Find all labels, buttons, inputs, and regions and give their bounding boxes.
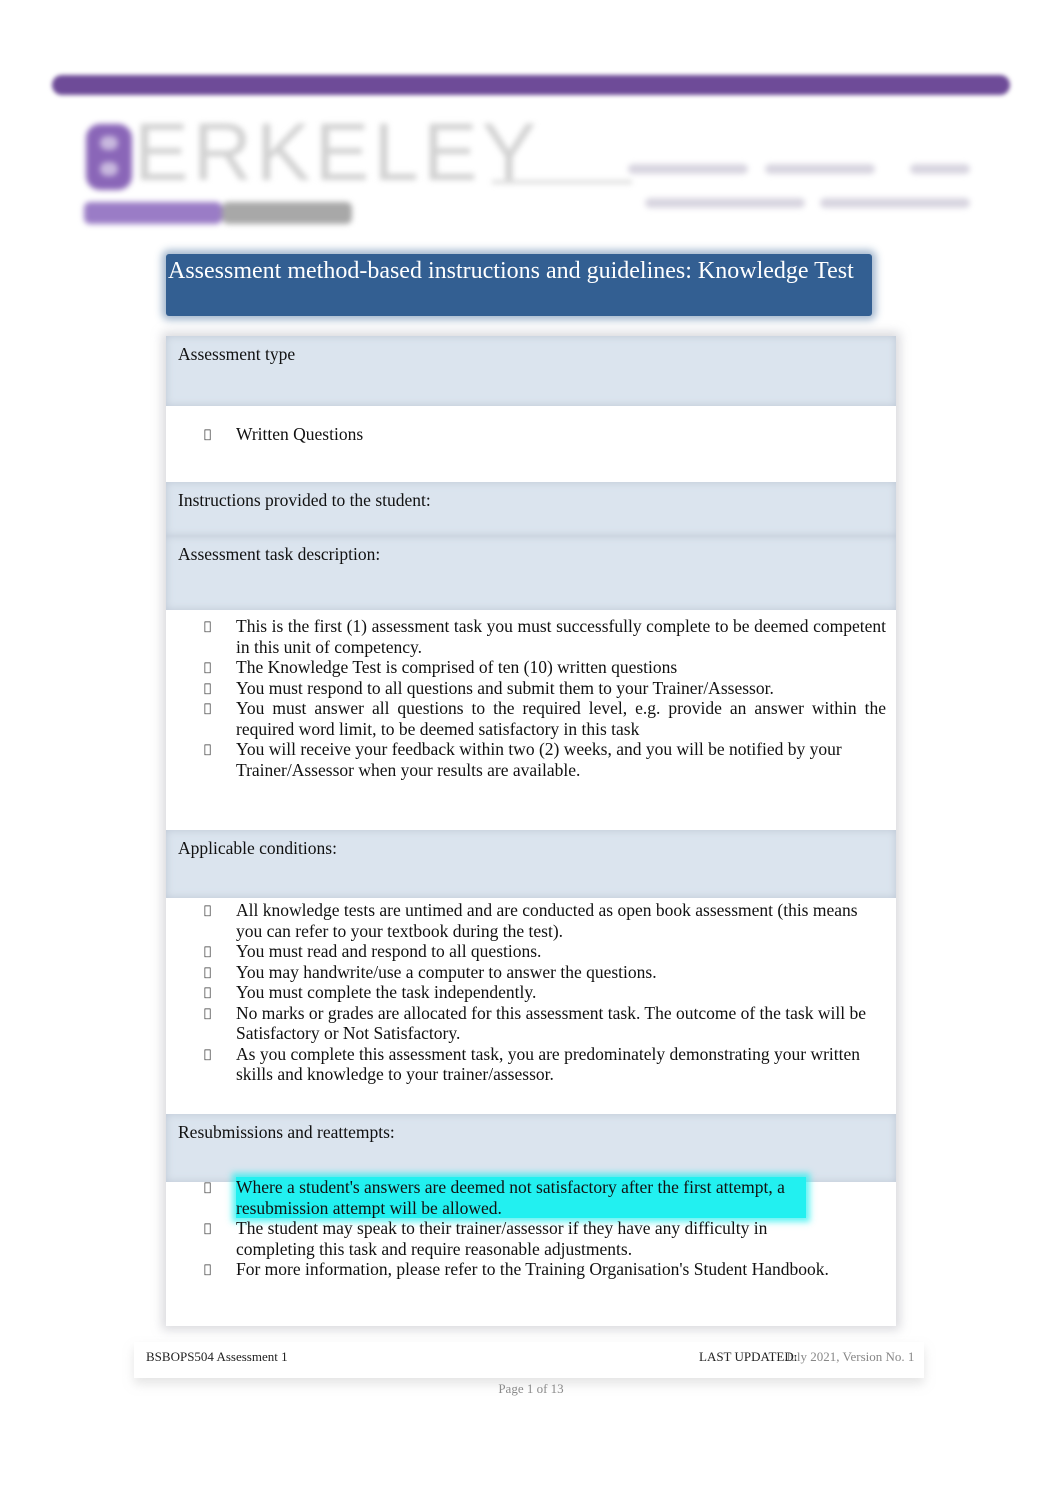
bullet-icon:  <box>204 941 211 962</box>
highlighted-text: Where a student's answers are deemed not… <box>236 1177 806 1218</box>
list-item: This is the first (1) assessment task y… <box>202 616 886 657</box>
section-label: Resubmissions and reattempts: <box>178 1122 395 1142</box>
list-item-highlighted:  Where a student's answers are deemed no… <box>202 1177 886 1218</box>
section-label: Applicable conditions: <box>178 838 337 858</box>
section-body-task-description: This is the first (1) assessment task y… <box>166 610 896 830</box>
list-item: You will receive your feedback within t… <box>202 739 886 780</box>
bullet-icon:  <box>204 1044 211 1065</box>
berkeley-logo: ERKELEY <box>82 112 632 230</box>
list-item: The student may speak to their trainer/… <box>202 1218 886 1259</box>
section-header-task-description: Assessment task description: <box>166 536 896 610</box>
bullet-list: All knowledge tests are untimed and are… <box>202 900 886 1085</box>
section-body-resubmissions:  Where a student's answers are deemed no… <box>166 1177 896 1326</box>
bullet-icon:  <box>204 739 211 760</box>
section-header-instructions: Instructions provided to the student: <box>166 482 896 536</box>
bullet-list: Written Questions <box>202 424 886 445</box>
section-body-assessment-type: Written Questions <box>166 406 896 482</box>
bullet-icon:  <box>204 962 211 983</box>
list-item: As you complete this assessment task, y… <box>202 1044 886 1085</box>
last-updated-label: LAST UPDATED: <box>699 1349 798 1364</box>
bullet-icon:  <box>204 1003 211 1024</box>
logo-tagline-grey <box>222 202 352 224</box>
list-item: No marks or grades are allocated for th… <box>202 1003 886 1044</box>
list-item: You must respond to all questions and s… <box>202 678 886 699</box>
logo-rule <box>492 180 632 184</box>
section-body-applicable-conditions: All knowledge tests are untimed and are… <box>166 898 896 1114</box>
bullet-list:  Where a student's answers are deemed no… <box>202 1177 886 1280</box>
logo-initial-mark <box>86 124 132 190</box>
bullet-icon:  <box>204 1177 211 1198</box>
bullet-icon:  <box>204 657 211 678</box>
list-item: For more information, please refer to t… <box>202 1259 886 1280</box>
list-item: You must complete the task independentl… <box>202 982 886 1003</box>
bullet-icon:  <box>204 678 211 699</box>
page-number: Page 1 of 13 <box>498 1381 564 1396</box>
bullet-icon:  <box>204 698 211 719</box>
bullet-icon:  <box>204 424 211 445</box>
logo-tagline-purple <box>84 202 222 224</box>
bullet-icon:  <box>204 1218 211 1239</box>
logo-wordmark: ERKELEY <box>134 107 541 198</box>
section-header-resubmissions: Resubmissions and reattempts: <box>166 1114 896 1182</box>
footer-unit-code: BSBOPS504 Assessment 1 <box>146 1349 288 1364</box>
bullet-icon:  <box>204 982 211 1003</box>
section-header-assessment-type: Assessment type <box>166 336 896 406</box>
footer-last-updated: LAST UPDATED:July 2021, Version No. 1 <box>699 1349 914 1365</box>
instructions-table: Assessment type Written Questions Instr… <box>166 336 896 1326</box>
page-title: Assessment method-based instructions and… <box>168 258 854 284</box>
section-title-banner: Assessment method-based instructions and… <box>166 254 872 316</box>
list-item: Written Questions <box>202 424 886 445</box>
last-updated-value: July 2021, Version No. 1 <box>785 1349 915 1364</box>
bullet-list: This is the first (1) assessment task y… <box>202 616 886 780</box>
header-accent-bar <box>52 75 1010 95</box>
section-label: Instructions provided to the student: <box>178 490 431 510</box>
section-header-applicable-conditions: Applicable conditions: <box>166 830 896 898</box>
bullet-icon:  <box>204 1259 211 1280</box>
section-label: Assessment task description: <box>178 544 381 564</box>
list-item: The Knowledge Test is comprised of ten … <box>202 657 886 678</box>
list-item: All knowledge tests are untimed and are… <box>202 900 886 941</box>
bullet-icon:  <box>204 900 211 921</box>
bullet-icon:  <box>204 616 211 637</box>
section-label: Assessment type <box>178 344 296 364</box>
list-item: You must answer all questions to the re… <box>202 698 886 739</box>
header-contact-info <box>620 158 980 218</box>
list-item: You must read and respond to all questi… <box>202 941 886 962</box>
list-item: You may handwrite/use a computer to ans… <box>202 962 886 983</box>
